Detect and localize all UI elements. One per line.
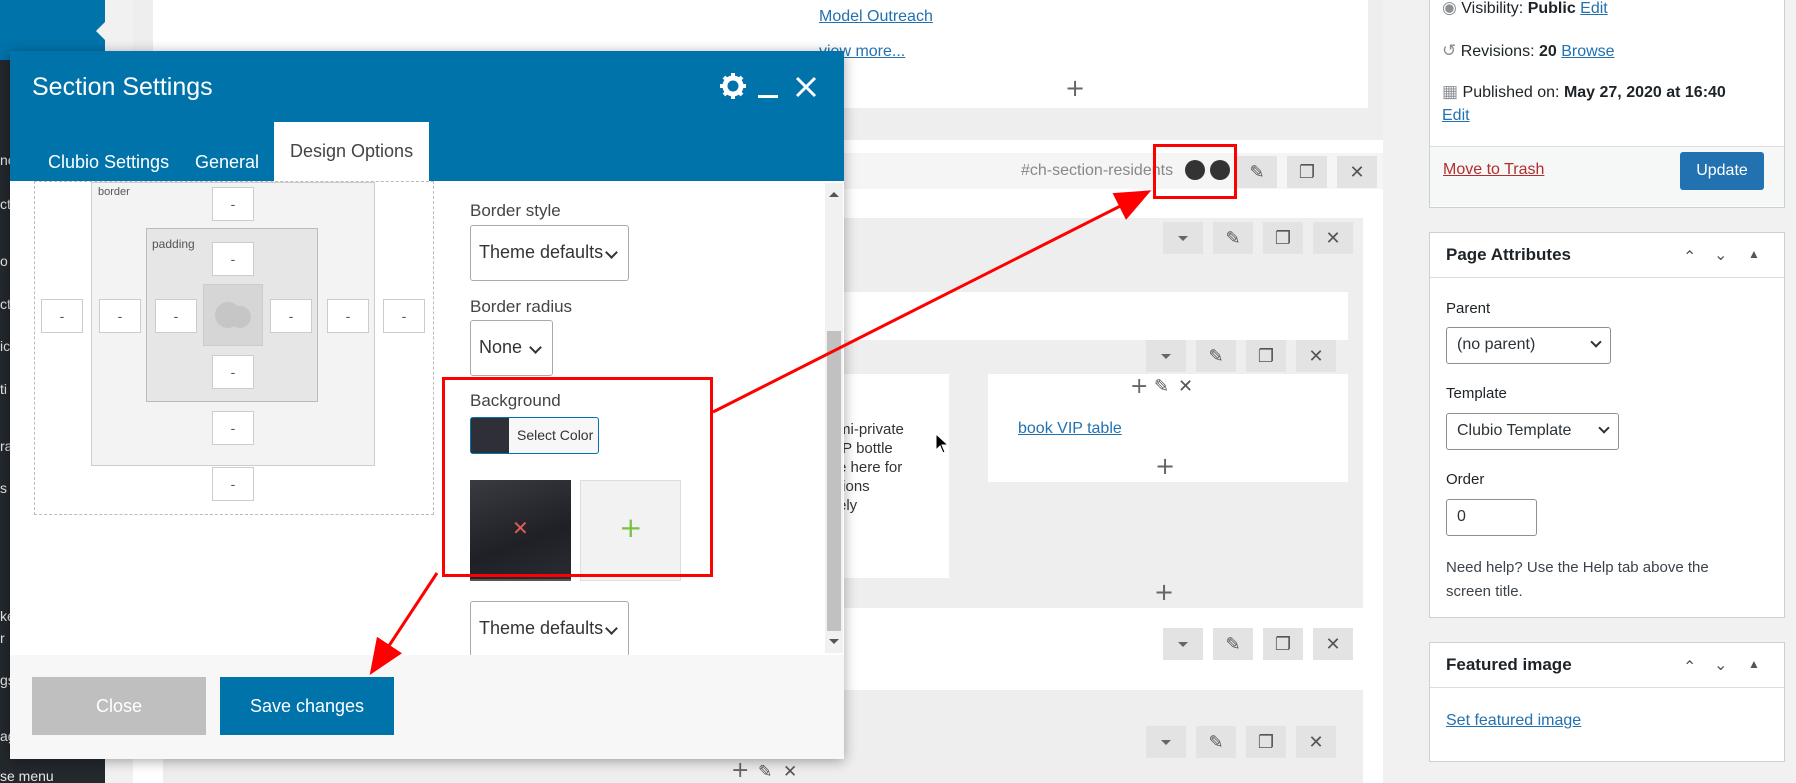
annotation-arrows — [369, 190, 1152, 676]
arrow-to-swatches — [712, 190, 1152, 414]
arrow-to-save — [369, 572, 439, 676]
